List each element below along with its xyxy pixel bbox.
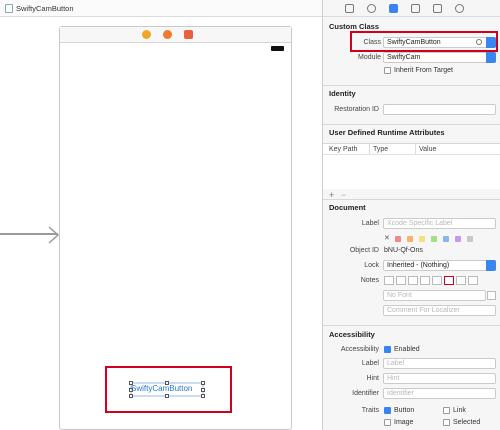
label-color-gray[interactable]	[467, 236, 473, 242]
module-field[interactable]: SwiftyCam	[383, 52, 496, 63]
lock-label: Lock	[364, 262, 379, 269]
label-color-purple[interactable]	[455, 236, 461, 242]
ax-identifier-label: Identifier	[352, 390, 379, 397]
custom-class-header: Custom Class	[329, 22, 380, 31]
identity-inspector: Custom Class Class SwiftyCamButton Modul…	[322, 0, 500, 430]
file-inspector-icon[interactable]	[345, 4, 354, 13]
object-id-label: Object ID	[349, 247, 379, 254]
trait-link-label: Link	[453, 407, 466, 414]
label-color-red[interactable]	[395, 236, 401, 242]
button-title: SwiftyCamButton	[131, 384, 193, 393]
accessibility-header: Accessibility	[329, 330, 375, 339]
resize-handle[interactable]	[201, 381, 205, 385]
label-color-green[interactable]	[431, 236, 437, 242]
trait-button-checkbox[interactable]	[384, 407, 391, 414]
divider	[323, 154, 500, 155]
align-natural-icon[interactable]	[432, 276, 442, 285]
chevron-down-icon[interactable]	[486, 260, 496, 271]
align-left-icon[interactable]	[384, 276, 394, 285]
align-right-icon[interactable]	[408, 276, 418, 285]
ax-hint-label: Hint	[366, 375, 379, 382]
exit-icon[interactable]	[184, 30, 193, 39]
lock-value: Inherited - (Nothing)	[387, 262, 450, 269]
identity-inspector-icon[interactable]	[389, 4, 398, 13]
trait-selected-checkbox[interactable]	[443, 419, 450, 426]
resize-handle[interactable]	[129, 394, 133, 398]
column-divider	[415, 144, 416, 154]
object-id-value: bNU-Qf-Ons	[384, 247, 423, 254]
accessibility-enabled-checkbox[interactable]	[384, 346, 391, 353]
value-column[interactable]: Value	[419, 146, 436, 153]
label-color-orange[interactable]	[407, 236, 413, 242]
inherit-from-target-checkbox[interactable]	[384, 67, 391, 74]
ax-label-field[interactable]: Label	[383, 358, 496, 369]
jump-bar: SwiftyCamButton	[0, 0, 322, 17]
resize-handle[interactable]	[201, 394, 205, 398]
type-column[interactable]: Type	[373, 146, 388, 153]
attributes-inspector-icon[interactable]	[411, 4, 420, 13]
accessibility-enabled-label: Enabled	[394, 346, 420, 353]
document-label-field[interactable]: Xcode Specific Label	[383, 218, 496, 229]
divider	[323, 325, 500, 326]
font-field[interactable]: No Font	[383, 290, 486, 301]
clear-label-color-button[interactable]: ✕	[384, 234, 390, 242]
ax-identifier-field[interactable]: Identifier	[383, 388, 496, 399]
resize-handle[interactable]	[201, 388, 205, 392]
key-path-column[interactable]: Key Path	[329, 146, 357, 153]
traits-label: Traits	[361, 407, 379, 414]
module-value: SwiftyCam	[387, 54, 421, 61]
font-stepper[interactable]	[487, 291, 496, 300]
divider	[323, 85, 500, 86]
file-icon	[5, 4, 13, 13]
identity-header: Identity	[329, 89, 356, 98]
trait-image-checkbox[interactable]	[384, 419, 391, 426]
lock-popup[interactable]: Inherited - (Nothing)	[383, 260, 496, 271]
resize-handle[interactable]	[165, 394, 169, 398]
class-highlight-box	[350, 31, 498, 52]
first-responder-icon[interactable]	[163, 30, 172, 39]
background-color-icon[interactable]	[456, 276, 466, 285]
align-center-icon[interactable]	[396, 276, 406, 285]
udra-header: User Defined Runtime Attributes	[329, 128, 445, 137]
help-inspector-icon[interactable]	[367, 4, 376, 13]
document-header: Document	[329, 203, 366, 212]
align-justify-icon[interactable]	[420, 276, 430, 285]
battery-icon	[271, 46, 284, 51]
module-label: Module	[358, 54, 381, 61]
jump-bar-title[interactable]: SwiftyCamButton	[16, 4, 74, 13]
udra-table[interactable]: Key Path Type Value	[323, 143, 500, 189]
notes-label: Notes	[360, 277, 379, 284]
ax-hint-field[interactable]: Hint	[383, 373, 496, 384]
document-label-label: Label	[361, 220, 379, 227]
restoration-id-field[interactable]	[383, 104, 496, 115]
trait-button-label: Button	[394, 407, 415, 414]
view-controller-icon[interactable]	[142, 30, 151, 39]
divider	[323, 124, 500, 125]
size-inspector-icon[interactable]	[433, 4, 442, 13]
inherit-from-target-label: Inherit From Target	[394, 67, 454, 74]
connections-inspector-icon[interactable]	[455, 4, 464, 13]
restoration-id-label: Restoration ID	[334, 106, 379, 113]
divider	[323, 199, 500, 200]
column-divider	[369, 144, 370, 154]
chevron-down-icon[interactable]	[486, 52, 496, 63]
scene-dock	[60, 27, 291, 43]
accessibility-label: Accessibility	[340, 346, 379, 353]
label-color-yellow[interactable]	[419, 236, 425, 242]
ax-label-label: Label	[361, 360, 379, 367]
trait-image-label: Image	[394, 419, 414, 426]
trait-link-checkbox[interactable]	[443, 407, 450, 414]
inspector-tabs	[323, 0, 500, 17]
swiftycam-button[interactable]: SwiftyCamButton	[129, 381, 205, 398]
font-picker-icon[interactable]	[468, 276, 478, 285]
trait-selected-label: Selected	[453, 419, 481, 426]
label-color-blue[interactable]	[443, 236, 449, 242]
text-color-icon[interactable]	[444, 276, 454, 285]
comment-field[interactable]: Comment For Localizer	[383, 305, 496, 316]
